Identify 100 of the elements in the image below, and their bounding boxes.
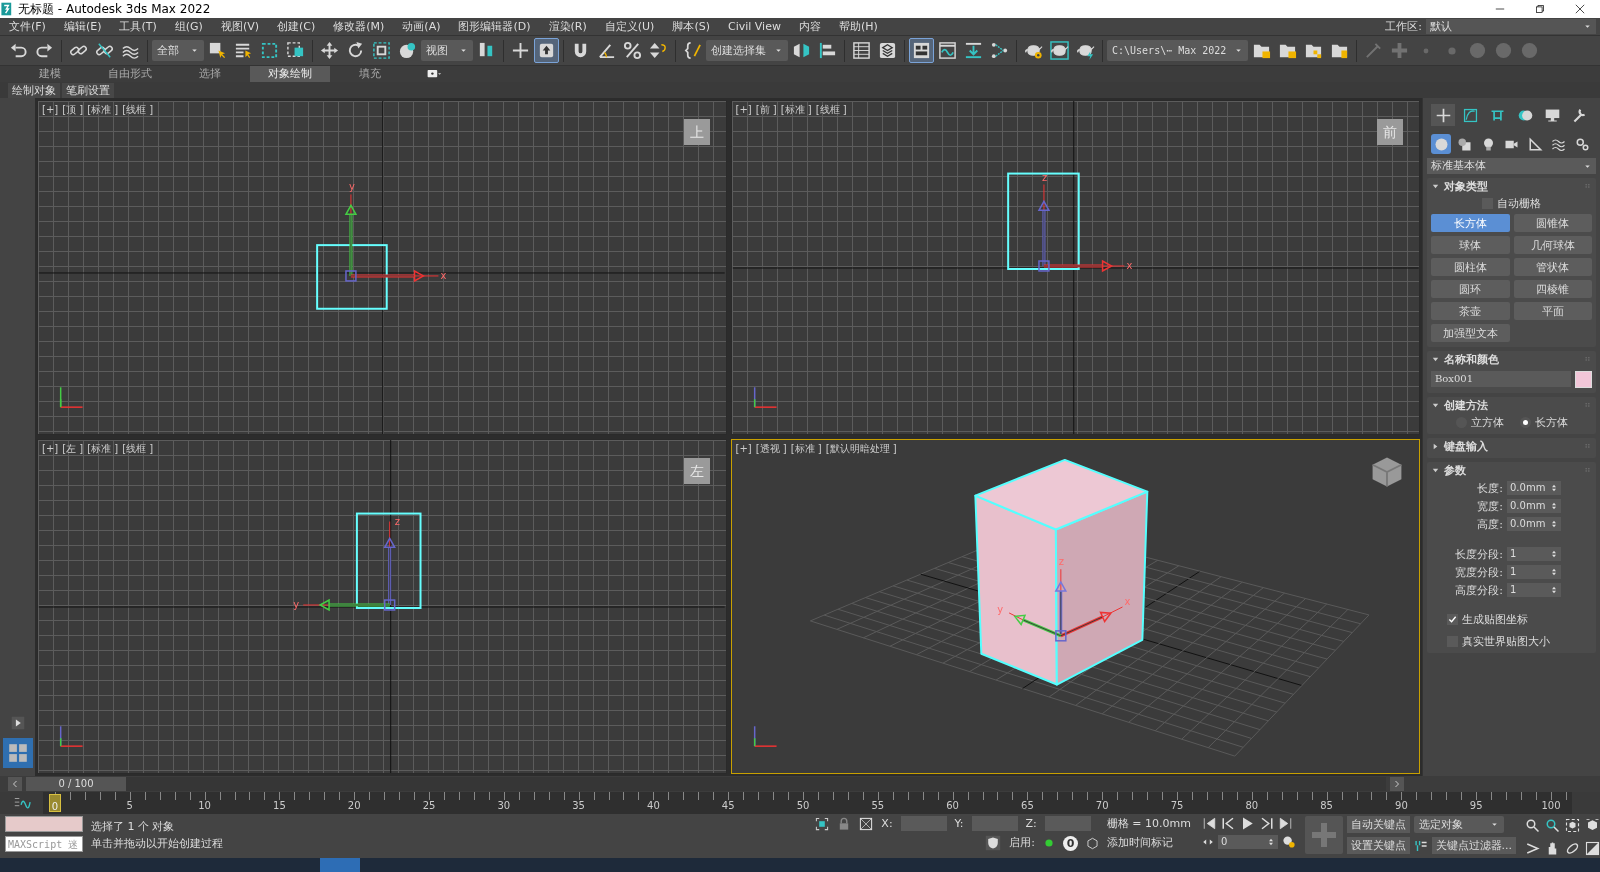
rollout-title[interactable]: 参数: [1444, 464, 1579, 478]
viewport-menu[interactable]: [默认明暗处理 ]: [825, 443, 897, 455]
coordinate-label: Z:: [1025, 816, 1037, 831]
spinner-field[interactable]: 0.0mm: [1507, 499, 1561, 514]
axis-label: y: [348, 181, 355, 193]
primitive-button[interactable]: 加强型文本: [1431, 324, 1510, 343]
menu-item[interactable]: 内容: [789, 18, 830, 35]
menu-item[interactable]: 渲染(R): [539, 18, 596, 35]
tick-label: 15: [272, 800, 287, 812]
ribbon-tab[interactable]: 填充: [330, 66, 410, 82]
frame-field[interactable]: 0: [1218, 835, 1278, 849]
primitive-button[interactable]: 平面: [1513, 302, 1592, 321]
viewport-menu[interactable]: [标准 ]: [790, 443, 822, 455]
tick-label: 80: [1244, 800, 1260, 812]
viewport[interactable]: [+] [透视 ] [标准 ] [默认明暗处理 ] z x y: [730, 439, 1420, 774]
menu-item[interactable]: 修改器(M): [324, 18, 394, 35]
radio-label: 立方体: [1470, 415, 1504, 429]
field-label: 高度:: [1476, 517, 1503, 531]
viewport[interactable]: [+] [左 ] [标准 ] [线框 ] 左 z y: [37, 439, 727, 774]
menu-item[interactable]: 创建(C): [268, 18, 325, 35]
timeline-track[interactable]: 0 5 10 15 20 25 30 35 40 45 50 55 60 65 70 75 80 85 90 95 100: [43, 792, 1572, 814]
menu-item[interactable]: 自定义(U): [595, 18, 664, 35]
field-label: 宽度:: [1476, 499, 1503, 513]
ribbon-tab[interactable]: 选择: [170, 66, 250, 82]
primitive-button[interactable]: 四棱锥: [1513, 280, 1592, 299]
spinner-field[interactable]: 0.0mm: [1507, 517, 1561, 532]
tick-label: 95: [1468, 800, 1484, 812]
spinner-field[interactable]: 1: [1507, 547, 1561, 562]
viewport[interactable]: [+] [前 ] [标准 ] [线框 ] 前 z x: [730, 100, 1420, 435]
rollout-title[interactable]: 创建方法: [1444, 398, 1579, 412]
tick-label: 40: [646, 800, 661, 812]
menu-item[interactable]: 动画(A): [393, 18, 450, 35]
menu-item[interactable]: 视图(V): [211, 18, 268, 35]
tick-label: 55: [870, 800, 886, 812]
auto-key-button[interactable]: 自动关键点: [1346, 816, 1410, 833]
viewport-menu[interactable]: [+]: [42, 443, 59, 455]
ribbon-tab[interactable]: 自由形式: [90, 66, 170, 82]
viewport-menu[interactable]: [透视 ]: [755, 443, 787, 455]
viewport-menu[interactable]: [+]: [735, 104, 752, 116]
spinner-field[interactable]: 0.0mm: [1507, 481, 1561, 496]
tick-label: 75: [1169, 800, 1185, 812]
dropdown[interactable]: 全部: [152, 40, 204, 61]
tick-label: 10: [197, 800, 212, 812]
menu-item[interactable]: 文件(F): [0, 18, 55, 35]
key-filters-button[interactable]: 关键点过滤器...: [1431, 837, 1516, 854]
maxscript-input[interactable]: MAXScript 迷: [5, 836, 83, 852]
menu-item[interactable]: 编辑(E): [54, 18, 111, 35]
time-slider-thumb[interactable]: 0 / 100: [26, 777, 126, 791]
primitive-button[interactable]: 球体: [1431, 236, 1510, 255]
ribbon-panel-button[interactable]: 绘制对象: [8, 82, 60, 98]
axis-label: y: [996, 603, 1003, 615]
dropdown[interactable]: C:\Users\⋯ Max 2022: [1107, 40, 1249, 61]
window-title: 无标题 - Autodesk 3ds Max 2022: [18, 1, 212, 17]
menu-item[interactable]: 脚本(S): [663, 18, 719, 35]
set-key-text-button[interactable]: 设置关键点: [1346, 837, 1410, 854]
spinner-field[interactable]: 1: [1507, 565, 1561, 580]
viewport-menu[interactable]: [顶 ]: [62, 104, 84, 116]
selection-status: 选择了 1 个 对象: [91, 820, 176, 834]
rollout-title[interactable]: 名称和颜色: [1444, 353, 1579, 367]
menu-item[interactable]: 帮助(H): [829, 18, 887, 35]
viewport-menu[interactable]: [标准 ]: [87, 443, 119, 455]
viewport-menu[interactable]: [标准 ]: [780, 104, 812, 116]
viewport-menu[interactable]: [线框 ]: [122, 104, 154, 116]
viewport-menu[interactable]: [+]: [42, 104, 59, 116]
menu-item[interactable]: 图形编辑器(D): [449, 18, 540, 35]
rollout-title[interactable]: 对象类型: [1444, 180, 1579, 194]
coordinate-label: X:: [881, 816, 893, 831]
checkbox-label: 自动栅格: [1497, 197, 1541, 211]
primitive-button[interactable]: 圆锥体: [1513, 214, 1592, 233]
menu-item[interactable]: 组(G): [165, 18, 212, 35]
menu-item[interactable]: 工具(T): [110, 18, 166, 35]
ribbon-tab[interactable]: 对象绘制: [250, 66, 330, 82]
key-target-dropdown[interactable]: 选定对象: [1413, 816, 1504, 833]
viewport-menu[interactable]: [+]: [735, 443, 752, 455]
primitive-button[interactable]: 圆柱体: [1431, 258, 1510, 277]
dropdown[interactable]: 视图: [421, 40, 473, 61]
primitive-button[interactable]: 长方体: [1431, 214, 1510, 233]
spinner-field[interactable]: 1: [1507, 583, 1561, 598]
coordinate-label: Y:: [954, 816, 964, 831]
primitive-button[interactable]: 圆环: [1431, 280, 1510, 299]
primitive-button[interactable]: 管状体: [1513, 258, 1592, 277]
viewport-menu[interactable]: [前 ]: [755, 104, 777, 116]
viewport-menu[interactable]: [线框 ]: [122, 443, 154, 455]
category-dropdown[interactable]: 标准基本体: [1427, 158, 1596, 174]
viewport[interactable]: [+] [顶 ] [标准 ] [线框 ] 上 y x: [37, 100, 727, 435]
viewport-menu[interactable]: [标准 ]: [87, 104, 119, 116]
viewport-menu[interactable]: [左 ]: [62, 443, 84, 455]
field-label: 长度分段:: [1454, 547, 1503, 561]
primitive-button[interactable]: 茶壶: [1431, 302, 1510, 321]
name-field[interactable]: Box001: [1431, 371, 1571, 388]
dropdown[interactable]: 创建选择集: [706, 40, 788, 61]
time-slider-track[interactable]: 0 / 100: [26, 777, 1386, 791]
menu-item[interactable]: Civil View: [718, 18, 790, 35]
primitive-button[interactable]: 几何球体: [1513, 236, 1592, 255]
viewport-menu[interactable]: [线框 ]: [815, 104, 847, 116]
ribbon-panel-button[interactable]: 笔刷设置: [62, 82, 114, 98]
count-indicator: 0: [1063, 835, 1079, 851]
ribbon-tab[interactable]: 建模: [10, 66, 90, 82]
workspace-dropdown[interactable]: 默认: [1426, 19, 1596, 34]
checkbox-label: 生成贴图坐标: [1462, 613, 1528, 627]
